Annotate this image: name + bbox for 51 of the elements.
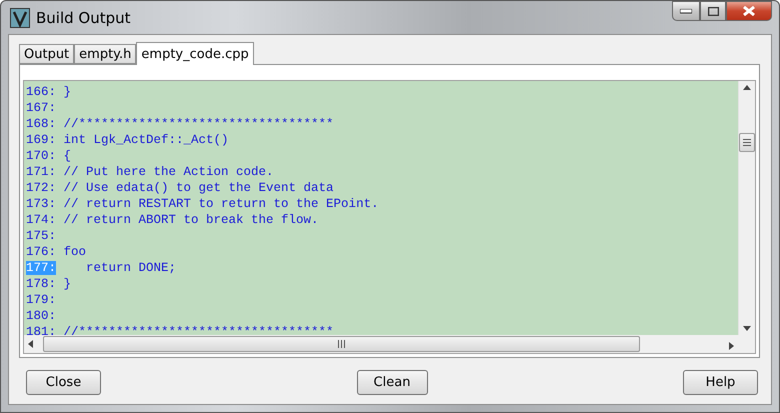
app-logo-icon bbox=[10, 8, 30, 28]
line-number: 178: bbox=[26, 277, 56, 291]
horizontal-scrollbar[interactable] bbox=[24, 335, 738, 353]
scroll-up-icon[interactable] bbox=[743, 84, 751, 92]
line-number: 168: bbox=[26, 117, 56, 131]
tab[interactable]: Output bbox=[19, 44, 74, 64]
minimize-icon bbox=[680, 8, 692, 14]
line-number: 169: bbox=[26, 133, 56, 147]
maximize-icon bbox=[708, 6, 718, 16]
window-title: Build Output bbox=[36, 8, 131, 26]
dialog-button[interactable]: Close bbox=[26, 370, 101, 395]
tab[interactable]: empty.h bbox=[74, 44, 136, 64]
line-number: 171: bbox=[26, 165, 56, 179]
code-text: // return RESTART to return to the EPoint. bbox=[64, 197, 379, 211]
scroll-thumb[interactable] bbox=[739, 133, 755, 152]
line-number: 180: bbox=[26, 309, 56, 323]
line-number: 179: bbox=[26, 293, 56, 307]
code-editor[interactable] bbox=[24, 81, 738, 335]
line-number: 176: bbox=[26, 245, 56, 259]
code-text: int Lgk_ActDef::_Act() bbox=[64, 133, 229, 147]
minimize-button[interactable] bbox=[672, 1, 700, 21]
line-number: 174: bbox=[26, 213, 56, 227]
code-text: } bbox=[64, 85, 72, 99]
scroll-down-icon[interactable] bbox=[743, 324, 751, 332]
code-text: //********************************** bbox=[64, 325, 334, 335]
line-number: 172: bbox=[26, 181, 56, 195]
line-number: 173: bbox=[26, 197, 56, 211]
line-number: 175: bbox=[26, 229, 56, 243]
close-button[interactable] bbox=[726, 1, 772, 21]
line-number: 167: bbox=[26, 101, 56, 115]
close-icon bbox=[742, 6, 756, 16]
scroll-right-icon[interactable] bbox=[727, 342, 735, 350]
code-text: { bbox=[64, 149, 72, 163]
line-number: 166: bbox=[26, 85, 56, 99]
code-text: return DONE; bbox=[85, 261, 176, 275]
code-text: // Put here the Action code. bbox=[64, 165, 274, 179]
code-text: // return ABORT to break the flow. bbox=[64, 213, 319, 227]
scroll-thumb[interactable] bbox=[43, 336, 640, 352]
line-number: 170: bbox=[26, 149, 56, 163]
maximize-button[interactable] bbox=[700, 1, 726, 21]
code-text: } bbox=[64, 277, 72, 291]
code-text: //********************************** bbox=[64, 117, 334, 131]
dialog-button[interactable]: Clean bbox=[356, 370, 428, 395]
dialog-button[interactable]: Help bbox=[683, 370, 758, 395]
line-number: 181: bbox=[26, 325, 56, 335]
vertical-scrollbar[interactable] bbox=[738, 81, 755, 335]
code-text: // Use edata() to get the Event data bbox=[64, 181, 334, 195]
line-number: 177: bbox=[26, 261, 56, 275]
scroll-left-icon[interactable] bbox=[27, 340, 35, 348]
code-text: foo bbox=[64, 245, 86, 259]
tab[interactable]: empty_code.cpp bbox=[136, 42, 254, 65]
